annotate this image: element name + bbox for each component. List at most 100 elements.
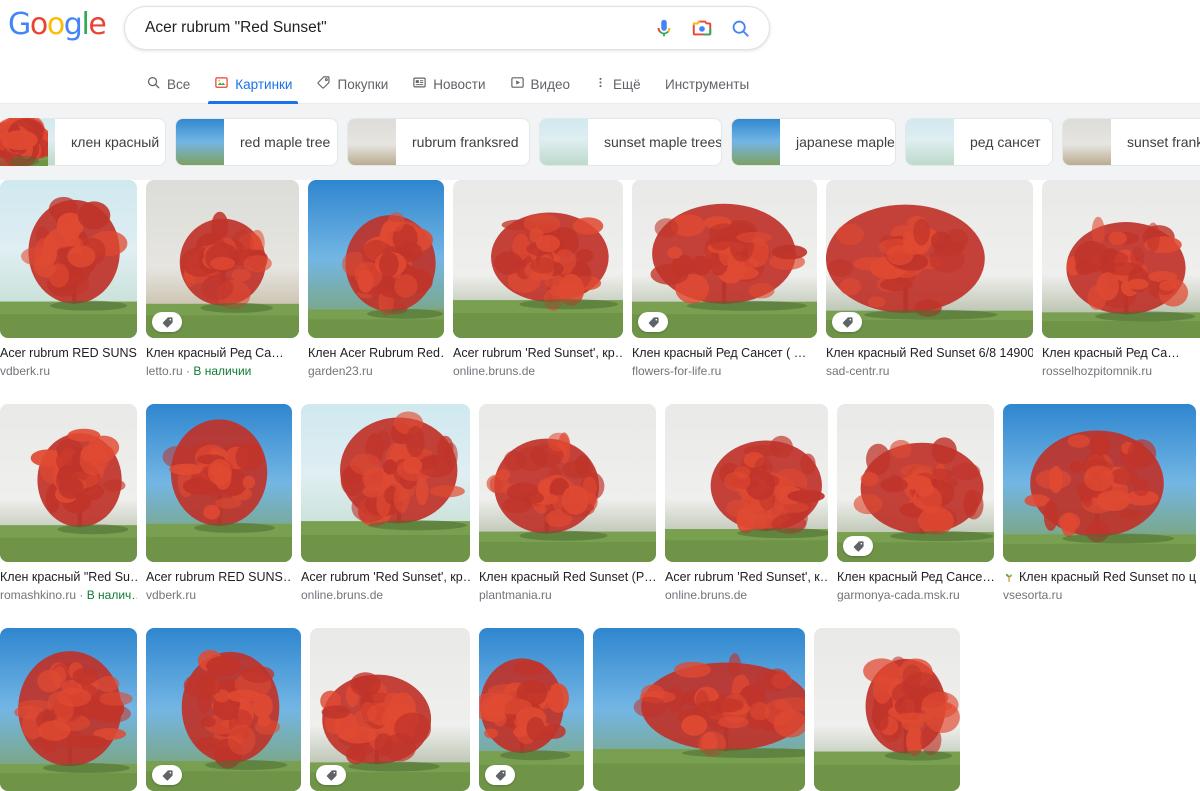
image-result-item[interactable]: Клен красный Red Sunset по ц… vsesorta.r…	[1003, 404, 1196, 603]
image-result-item[interactable]: Клен красный Ред Са… letto.ru · В наличи…	[146, 180, 299, 379]
result-source[interactable]: garmonya-cada.msk.ru	[837, 587, 994, 603]
image-result-item[interactable]: Клен красный "Red Su… romashkino.ru · В …	[0, 404, 137, 603]
stock-status: В наличии	[193, 364, 252, 378]
shopping-price-tag-badge[interactable]	[152, 765, 182, 785]
result-thumbnail[interactable]	[308, 180, 444, 338]
image-result-item[interactable]	[479, 628, 584, 791]
image-result-item[interactable]: Acer rubrum 'Red Sunset', кр… online.bru…	[301, 404, 470, 603]
result-source[interactable]: sad-centr.ru	[826, 363, 1033, 379]
image-result-item[interactable]: Acer rubrum 'Red Sunset', кр… online.bru…	[453, 180, 623, 379]
result-title[interactable]: Клен красный Red Sunset по ц…	[1003, 569, 1196, 585]
result-thumbnail[interactable]	[479, 628, 584, 791]
image-result-item[interactable]: Acer rubrum RED SUNS… vdberk.ru	[146, 404, 292, 603]
image-result-item[interactable]	[0, 628, 137, 791]
image-result-item[interactable]: Клен красный Red Sunset 6/8 14900… sad-c…	[826, 180, 1033, 379]
result-thumbnail[interactable]	[146, 628, 301, 791]
related-search-chip[interactable]: ред сансет	[0, 118, 1053, 166]
tab-more-label: Ещё	[612, 76, 641, 92]
result-thumbnail[interactable]	[0, 180, 137, 338]
image-result-item[interactable]: Acer rubrum 'Red Sunset', к… online.brun…	[665, 404, 828, 603]
result-thumbnail[interactable]	[310, 628, 470, 791]
image-result-item[interactable]	[310, 628, 470, 791]
tab-images[interactable]: Картинки	[208, 64, 299, 104]
result-caption: Клен красный Ред Сансе… garmonya-cada.ms…	[837, 569, 994, 603]
result-thumbnail[interactable]	[826, 180, 1033, 338]
result-thumbnail[interactable]	[301, 404, 470, 562]
result-title[interactable]: Клен красный Ред Сансет ( …	[632, 345, 817, 361]
result-thumbnail[interactable]	[665, 404, 828, 562]
related-search-chip[interactable]: sunset maple trees	[0, 118, 722, 166]
image-result-item[interactable]: Acer rubrum RED SUNS… vdberk.ru	[0, 180, 137, 379]
result-thumbnail[interactable]	[0, 628, 137, 791]
result-title[interactable]: Acer rubrum 'Red Sunset', кр…	[453, 345, 623, 361]
result-thumbnail[interactable]	[453, 180, 623, 338]
shopping-price-tag-badge[interactable]	[638, 312, 668, 332]
result-source[interactable]: online.bruns.de	[301, 587, 470, 603]
result-title[interactable]: Acer rubrum RED SUNS…	[146, 569, 292, 585]
result-title[interactable]: Acer rubrum RED SUNS…	[0, 345, 137, 361]
result-thumbnail[interactable]	[479, 404, 656, 562]
search-box[interactable]	[124, 6, 770, 50]
result-title[interactable]: Клен красный "Red Su…	[0, 569, 137, 585]
image-result-item[interactable]	[146, 628, 301, 791]
image-icon	[214, 75, 229, 93]
tab-more[interactable]: Ещё	[588, 64, 647, 104]
result-title[interactable]: Клен красный Red Sunset 6/8 14900…	[826, 345, 1033, 361]
result-source[interactable]: plantmania.ru	[479, 587, 656, 603]
result-thumbnail[interactable]	[146, 180, 299, 338]
result-source[interactable]: online.bruns.de	[665, 587, 828, 603]
tab-all[interactable]: Все	[140, 64, 196, 104]
result-title[interactable]: Клен красный Ред Са…	[1042, 345, 1200, 361]
result-title[interactable]: Клен красный Ред Сансе…	[837, 569, 994, 585]
tab-shopping[interactable]: Покупки	[310, 64, 394, 104]
search-input[interactable]	[125, 18, 645, 38]
result-thumbnail[interactable]	[814, 628, 960, 791]
result-source[interactable]: vdberk.ru	[0, 363, 137, 379]
image-result-item[interactable]: Клен Acer Rubrum Red… garden23.ru	[308, 180, 444, 379]
related-search-chip[interactable]: japanese maple	[0, 118, 896, 166]
tools-button[interactable]: Инструменты	[665, 64, 749, 104]
google-logo[interactable]: Google	[8, 7, 107, 42]
result-source[interactable]: flowers-for-life.ru	[632, 363, 817, 379]
result-caption: Клен красный "Red Su… romashkino.ru · В …	[0, 569, 137, 603]
result-thumbnail[interactable]	[146, 404, 292, 562]
result-thumbnail[interactable]	[0, 404, 137, 562]
shopping-price-tag-badge[interactable]	[485, 765, 515, 785]
result-source[interactable]: letto.ru · В наличии	[146, 363, 299, 379]
result-title[interactable]: Клен красный Ред Са…	[146, 345, 299, 361]
search-submit-icon[interactable]	[721, 6, 759, 50]
tab-video[interactable]: Видео	[504, 64, 576, 104]
result-title[interactable]: Клен красный Red Sunset (P…	[479, 569, 656, 585]
image-result-item[interactable]: Клен красный Ред Сансе… garmonya-cada.ms…	[837, 404, 994, 603]
image-result-item[interactable]: Клен красный Ред Сансет ( … flowers-for-…	[632, 180, 817, 379]
image-result-item[interactable]: Клен красный Ред Са… rosselhozpitomnik.r…	[1042, 180, 1200, 379]
logo-letter-g2: g	[63, 7, 83, 42]
image-result-item[interactable]	[814, 628, 960, 791]
result-source[interactable]: vsesorta.ru	[1003, 587, 1196, 603]
tab-news[interactable]: Новости	[406, 64, 491, 104]
result-source[interactable]: romashkino.ru · В налич…	[0, 587, 137, 603]
related-search-chip[interactable]: rubrum franksred	[0, 118, 530, 166]
result-source[interactable]: online.bruns.de	[453, 363, 623, 379]
related-search-chip[interactable]: red maple tree	[0, 118, 338, 166]
result-source[interactable]: rosselhozpitomnik.ru	[1042, 363, 1200, 379]
result-thumbnail[interactable]	[837, 404, 994, 562]
result-thumbnail[interactable]	[1042, 180, 1200, 338]
shopping-price-tag-badge[interactable]	[316, 765, 346, 785]
result-source[interactable]: vdberk.ru	[146, 587, 292, 603]
related-search-chip[interactable]: sunset franksred	[0, 118, 1200, 166]
image-result-item[interactable]: Клен красный Red Sunset (P… plantmania.r…	[479, 404, 656, 603]
shopping-price-tag-badge[interactable]	[832, 312, 862, 332]
result-title[interactable]: Клен Acer Rubrum Red…	[308, 345, 444, 361]
result-title[interactable]: Acer rubrum 'Red Sunset', кр…	[301, 569, 470, 585]
result-title[interactable]: Acer rubrum 'Red Sunset', к…	[665, 569, 828, 585]
result-thumbnail[interactable]	[632, 180, 817, 338]
shopping-price-tag-badge[interactable]	[152, 312, 182, 332]
microphone-icon[interactable]	[645, 6, 683, 50]
result-source[interactable]: garden23.ru	[308, 363, 444, 379]
result-thumbnail[interactable]	[1003, 404, 1196, 562]
result-thumbnail[interactable]	[593, 628, 805, 791]
shopping-price-tag-badge[interactable]	[843, 536, 873, 556]
image-result-item[interactable]	[593, 628, 805, 791]
google-lens-camera-icon[interactable]	[683, 6, 721, 50]
